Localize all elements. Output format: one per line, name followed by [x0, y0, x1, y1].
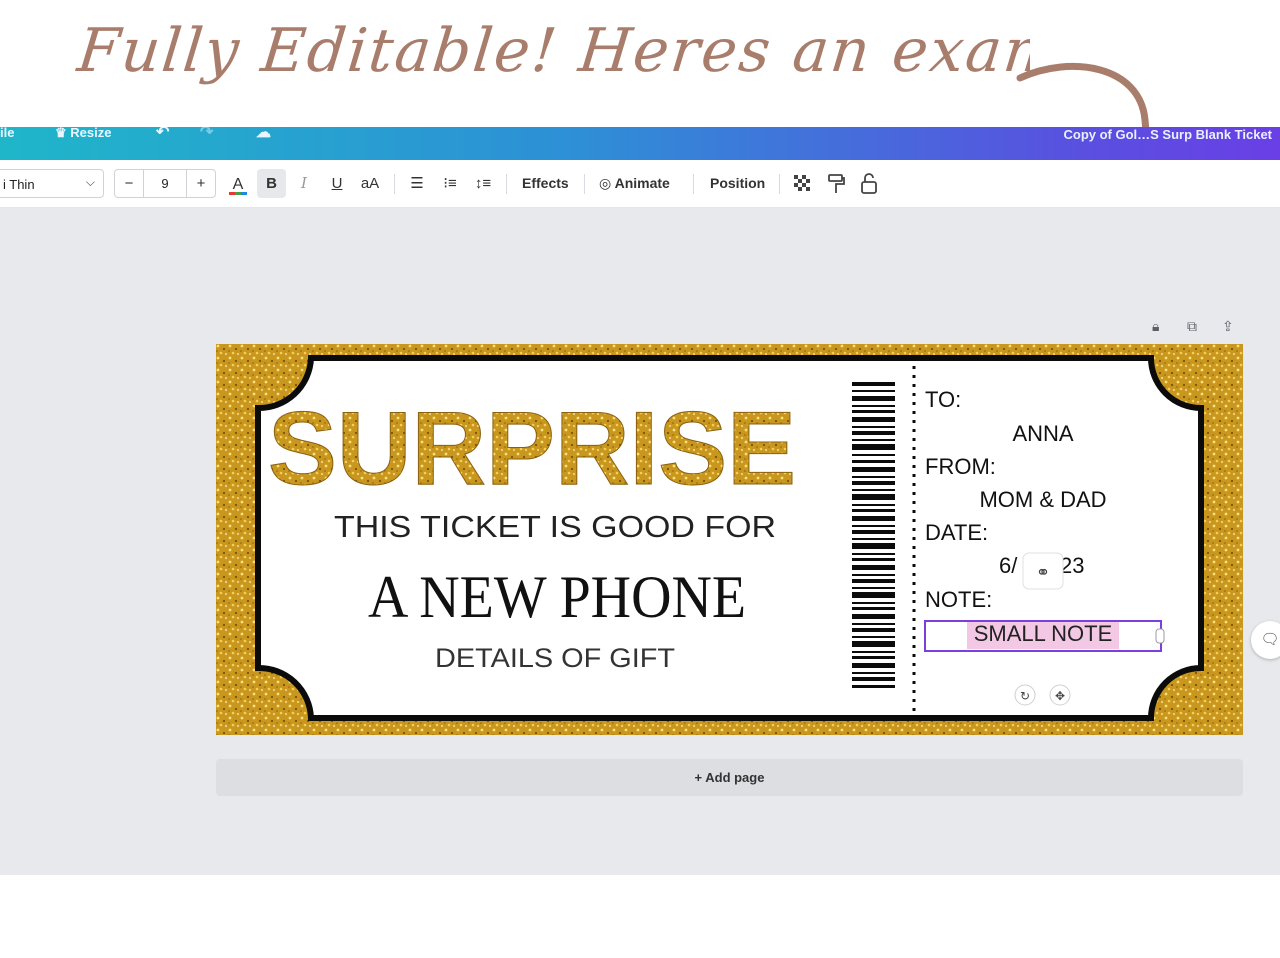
- headline-banner: Fully Editable! Heres an example: [70, 10, 1030, 120]
- list-icon[interactable]: ⁝≡: [438, 169, 462, 198]
- animate-icon: ◎: [599, 175, 612, 191]
- text-color-button[interactable]: A: [227, 169, 249, 198]
- toolbar-divider: [584, 174, 585, 194]
- redo-icon[interactable]: ↷: [200, 127, 213, 160]
- to-label[interactable]: TO:: [925, 387, 961, 412]
- editor-topbar: ile ♛ Resize ↶ ↷ ☁ Copy of Gol…S Surp Bl…: [0, 127, 1280, 160]
- from-label[interactable]: FROM:: [925, 454, 996, 479]
- toolbar-divider: [779, 174, 780, 194]
- animate-button[interactable]: ◎ Animate: [599, 169, 670, 198]
- add-page-icon[interactable]: ⇪: [1222, 318, 1234, 335]
- headline-text: Fully Editable! Heres an example: [74, 16, 1030, 86]
- footer-area: [0, 875, 1280, 958]
- note-value[interactable]: SMALL NOTE: [974, 621, 1113, 646]
- toolbar-divider: [506, 174, 507, 194]
- text-case-button[interactable]: aA: [357, 169, 383, 198]
- note-label[interactable]: NOTE:: [925, 587, 992, 612]
- rotate-handle[interactable]: ↻: [1014, 684, 1036, 706]
- date-label[interactable]: DATE:: [925, 520, 988, 545]
- toolbar-divider: [394, 174, 395, 194]
- lock-page-icon[interactable]: 🔒︎: [1152, 318, 1159, 335]
- add-page-button[interactable]: + Add page: [216, 759, 1243, 796]
- effects-button[interactable]: Effects: [522, 169, 569, 198]
- align-center-icon[interactable]: ☰: [405, 169, 429, 198]
- resize-button[interactable]: ♛ Resize: [55, 127, 111, 160]
- svg-text:A: A: [233, 176, 244, 193]
- ticket-subline[interactable]: THIS TICKET IS GOOD FOR: [334, 509, 776, 544]
- to-value[interactable]: ANNA: [1012, 421, 1073, 446]
- move-icon: ✥: [1055, 689, 1065, 703]
- paint-roller-glyph: [828, 174, 845, 193]
- toolbar-divider: [693, 174, 694, 194]
- rotate-icon: ↻: [1020, 689, 1030, 703]
- font-size-stepper: − 9 +: [114, 169, 216, 198]
- underline-button[interactable]: U: [326, 169, 348, 198]
- italic-button[interactable]: I: [293, 169, 315, 198]
- decrease-size-button[interactable]: −: [115, 170, 144, 197]
- font-family-dropdown[interactable]: i Thin ⌵: [0, 169, 104, 198]
- crown-icon: ♛: [55, 127, 67, 140]
- animate-label: Animate: [614, 175, 670, 191]
- resize-label: Resize: [70, 127, 112, 140]
- duplicate-page-icon[interactable]: ⧉: [1187, 318, 1197, 335]
- ticket-details[interactable]: DETAILS OF GIFT: [435, 643, 675, 673]
- position-button[interactable]: Position: [710, 169, 765, 198]
- ticket-design[interactable]: SURPRISE THIS TICKET IS GOOD FOR A NEW P…: [216, 344, 1243, 735]
- ticket-gift[interactable]: A NEW PHONE: [368, 564, 746, 630]
- from-value[interactable]: MOM & DAD: [979, 487, 1106, 512]
- undo-icon[interactable]: ↶: [156, 127, 169, 160]
- ticket-headline[interactable]: SURPRISE: [268, 391, 797, 508]
- font-family-value: i Thin: [3, 177, 35, 192]
- lock-icon[interactable]: [859, 169, 879, 198]
- link-popover[interactable]: ⚭: [1022, 552, 1064, 590]
- resize-handle[interactable]: [1155, 628, 1165, 644]
- cloud-save-icon[interactable]: ☁: [256, 127, 271, 160]
- link-icon: ⚭: [1036, 563, 1050, 583]
- lock-glyph: [861, 173, 877, 194]
- move-handle[interactable]: ✥: [1049, 684, 1071, 706]
- line-spacing-icon[interactable]: ↕≡: [471, 169, 495, 198]
- text-toolbar: i Thin ⌵ − 9 + A B I U aA ☰ ⁝≡ ↕≡ Effect…: [0, 160, 1280, 208]
- paint-roller-icon[interactable]: [826, 169, 846, 198]
- text-color-icon: A: [229, 176, 247, 195]
- chevron-down-icon: ⌵: [85, 175, 95, 189]
- transparency-button[interactable]: [792, 169, 812, 198]
- bold-button[interactable]: B: [257, 169, 286, 198]
- date-value-left[interactable]: 6/: [999, 553, 1018, 578]
- font-size-input[interactable]: 9: [144, 170, 186, 197]
- transparency-icon: [794, 175, 810, 191]
- file-menu[interactable]: ile: [0, 127, 14, 160]
- date-value-right[interactable]: 23: [1060, 553, 1084, 578]
- document-title[interactable]: Copy of Gol…S Surp Blank Ticket: [1063, 127, 1272, 142]
- increase-size-button[interactable]: +: [186, 170, 215, 197]
